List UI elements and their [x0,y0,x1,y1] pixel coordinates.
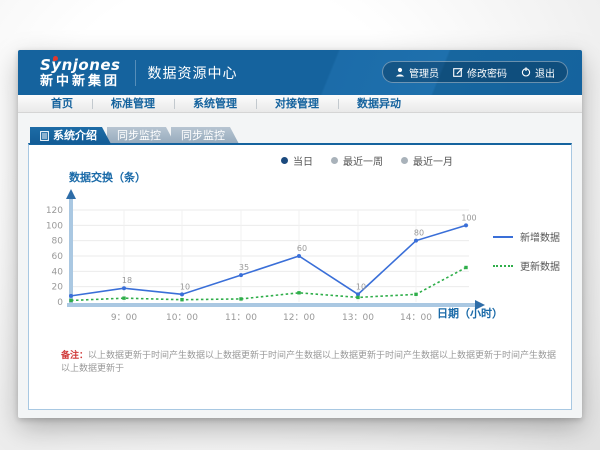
data-point-label: 60 [297,244,307,253]
y-axis-arrow-icon [66,189,76,199]
current-user[interactable]: 管理员 [395,65,439,80]
legend-line-sample [493,236,513,238]
data-point-label: 18 [122,276,132,285]
nav-item-interface-mgmt[interactable]: 对接管理 [256,95,338,113]
data-point [239,273,243,277]
tab-label: 同步监控 [181,127,225,144]
data-point [122,296,125,299]
data-point [69,294,73,298]
user-icon [395,67,405,77]
data-point-label: 35 [239,263,249,272]
y-tick-label: 60 [52,252,64,262]
data-point-label: 10 [180,282,190,291]
company-logo: Synjones 新中新集团 [40,58,121,88]
data-point [180,292,184,296]
legend-line-sample [493,265,513,267]
y-tick-label: 120 [46,206,63,216]
main-nav: 首页 标准管理 系统管理 对接管理 数据异动 [18,95,582,113]
x-axis-title: 日期（小时） [437,305,503,321]
chart-panel: 当日 最近一周 最近一月 数据交换（条） 0204060801001209：00… [28,143,572,410]
data-point [464,223,468,227]
logout-label: 退出 [535,65,555,80]
data-point [180,298,183,301]
legend-item-updated-data: 更新数据 [493,258,560,273]
x-tick-label: 9：00 [111,313,137,323]
nav-item-home[interactable]: 首页 [32,95,92,113]
document-icon [40,131,49,141]
y-tick-label: 20 [52,283,64,293]
data-point [297,291,300,294]
legend-label: 更新数据 [520,258,560,273]
tab-label: 同步监控 [117,127,161,144]
data-point [356,296,359,299]
x-tick-label: 14：00 [400,313,432,323]
data-point-label: 100 [461,213,476,222]
footnote: 备注：以上数据更新于时间产生数据以上数据更新于时间产生数据以上数据更新于时间产生… [61,348,561,374]
app-window: Synjones 新中新集团 数据资源中心 管理员 修改密码 退出 首页 标准管… [18,50,582,418]
tab-system-intro[interactable]: 系统介绍 [30,127,111,144]
tab-label: 系统介绍 [53,127,97,144]
x-tick-label: 12：00 [283,313,315,323]
chart-legend: 新增数据 更新数据 [493,229,560,273]
change-password-button[interactable]: 修改密码 [453,65,507,80]
data-point [297,254,301,258]
data-point-label: 80 [414,229,424,238]
y-tick-label: 0 [57,298,63,308]
user-toolbar: 管理员 修改密码 退出 [382,61,568,83]
nav-item-system-mgmt[interactable]: 系统管理 [174,95,256,113]
nav-item-data-change[interactable]: 数据异动 [338,95,420,113]
header: Synjones 新中新集团 数据资源中心 管理员 修改密码 退出 [18,50,582,95]
data-point [239,297,242,300]
x-tick-label: 13：00 [342,313,374,323]
app-title: 数据资源中心 [148,63,238,83]
logout-button[interactable]: 退出 [521,65,555,80]
legend-item-new-data: 新增数据 [493,229,560,244]
legend-label: 新增数据 [520,229,560,244]
header-divider [135,60,136,86]
tab-sync-monitor-2[interactable]: 同步监控 [171,127,239,144]
data-point-label: 10 [356,282,366,291]
current-user-label: 管理员 [409,65,439,80]
data-point [414,239,418,243]
tab-bar: 系统介绍 同步监控 同步监控 [30,127,582,144]
tab-sync-monitor-1[interactable]: 同步监控 [107,127,175,144]
y-tick-label: 80 [52,237,64,247]
power-icon [521,67,531,77]
footnote-label: 备注： [61,351,88,361]
data-point [414,293,417,296]
edit-icon [453,67,463,77]
logo-text-cn: 新中新集团 [40,75,121,88]
change-password-label: 修改密码 [467,65,507,80]
logo-red-dot-icon [53,56,58,61]
footnote-text: 以上数据更新于时间产生数据以上数据更新于时间产生数据以上数据更新于时间产生数据以… [61,351,556,374]
series-line-0 [71,225,466,296]
y-tick-label: 100 [46,221,63,231]
y-tick-label: 40 [52,267,64,277]
x-tick-label: 11：00 [225,313,257,323]
data-point [464,266,467,269]
data-point [122,286,126,290]
x-tick-label: 10：00 [166,313,198,323]
nav-item-standard-mgmt[interactable]: 标准管理 [92,95,174,113]
data-point [69,299,72,302]
